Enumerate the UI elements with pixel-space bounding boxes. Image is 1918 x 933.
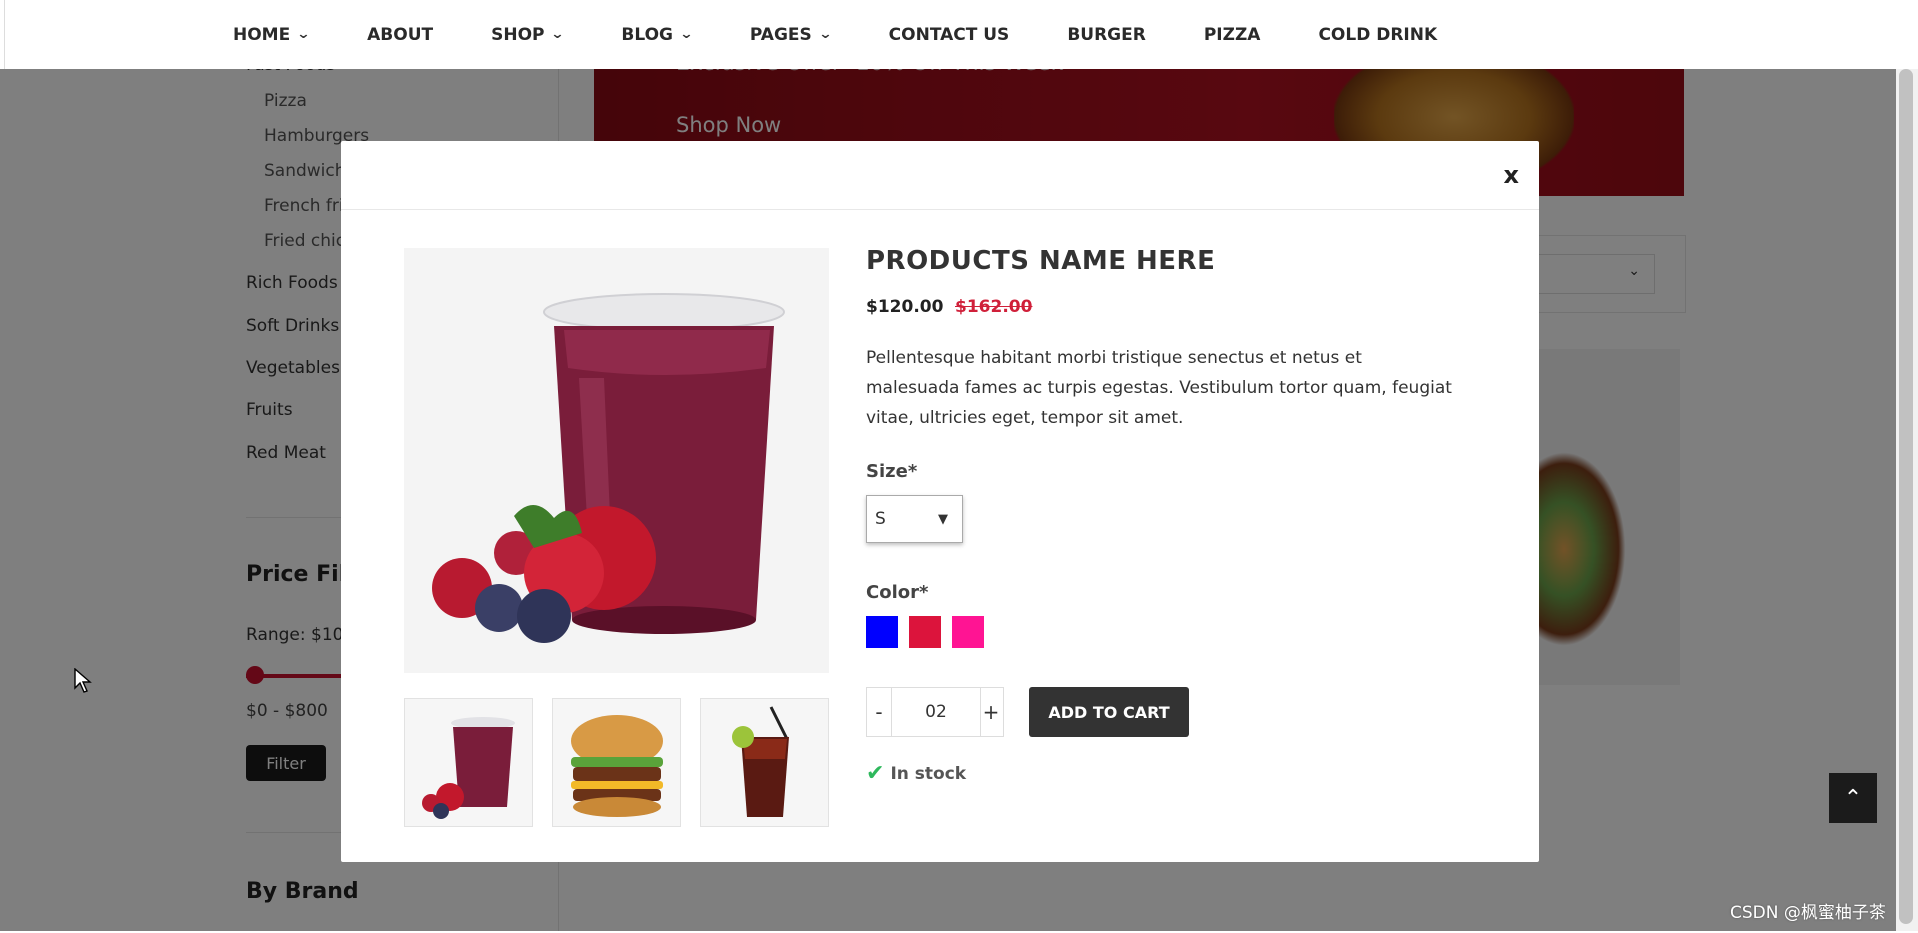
color-swatch-pink[interactable] bbox=[952, 616, 984, 648]
nav-shop[interactable]: SHOP ⌄ bbox=[491, 24, 566, 45]
nav-pizza[interactable]: PIZZA bbox=[1204, 25, 1261, 45]
nav-home[interactable]: HOME ⌄ bbox=[233, 24, 311, 45]
top-navbar: HOME ⌄ ABOUT SHOP ⌄ BLOG ⌄ PAGES ⌄ CONTACT U… bbox=[4, 0, 1915, 69]
nav-blog-label: BLOG bbox=[621, 24, 673, 45]
nav-pages-label: PAGES bbox=[749, 24, 812, 45]
product-description: Pellentesque habitant morbi tristique se… bbox=[866, 348, 1452, 428]
stock-status: ✔ In stock bbox=[866, 761, 966, 786]
color-swatch-blue[interactable] bbox=[866, 616, 898, 648]
chevron-down-icon: ⌄ bbox=[550, 27, 566, 42]
nav-home-label: HOME bbox=[233, 24, 291, 45]
thumbnail-cola[interactable] bbox=[700, 698, 829, 827]
smoothie-cup-image bbox=[404, 248, 829, 673]
nav-burger[interactable]: BURGER bbox=[1067, 25, 1146, 45]
quantity-stepper: - 02 + bbox=[866, 687, 1004, 737]
mouse-cursor-icon bbox=[74, 668, 92, 693]
smoothie-thumbnail-image bbox=[422, 717, 515, 819]
quick-view-modal: x PRODUCTS NAME HERE $120.00 $162.00 Pel… bbox=[341, 141, 1539, 862]
caret-down-icon: ▼ bbox=[938, 511, 948, 527]
cola-thumbnail-image bbox=[732, 706, 789, 817]
product-price: $120.00 bbox=[866, 297, 944, 317]
nav-contact[interactable]: CONTACT US bbox=[889, 25, 1010, 45]
nav-about[interactable]: ABOUT bbox=[367, 25, 433, 45]
nav-blog[interactable]: BLOG ⌄ bbox=[621, 24, 694, 45]
nav-cold-drink-label: COLD DRINK bbox=[1318, 24, 1438, 45]
chevron-down-icon: ⌄ bbox=[679, 27, 694, 42]
size-selected-value: S bbox=[875, 509, 886, 529]
size-select[interactable]: S ▼ bbox=[866, 495, 963, 543]
close-button[interactable]: x bbox=[1504, 161, 1519, 189]
quantity-decrease-button[interactable]: - bbox=[867, 688, 891, 736]
nav-shop-label: SHOP bbox=[491, 24, 545, 45]
double-chevron-up-icon: ⌃ bbox=[1843, 785, 1863, 811]
product-old-price: $162.00 bbox=[955, 297, 1033, 317]
nav-burger-label: BURGER bbox=[1067, 24, 1146, 45]
main-nav: HOME ⌄ ABOUT SHOP ⌄ BLOG ⌄ PAGES ⌄ CONTACT U… bbox=[233, 0, 1495, 69]
quantity-increase-button[interactable]: + bbox=[979, 688, 1003, 736]
nav-about-label: ABOUT bbox=[367, 24, 434, 45]
burger-thumbnail-image bbox=[571, 715, 663, 817]
checkmark-icon: ✔ bbox=[866, 761, 885, 786]
modal-header: x bbox=[341, 141, 1539, 210]
thumbnail-burger[interactable] bbox=[552, 698, 681, 827]
nav-pages[interactable]: PAGES ⌄ bbox=[749, 24, 833, 45]
nav-contact-label: CONTACT US bbox=[888, 24, 1010, 45]
quantity-input[interactable]: 02 bbox=[891, 688, 981, 736]
watermark-text: CSDN @枫蜜柚子茶 bbox=[1730, 903, 1886, 923]
nav-cold-drink[interactable]: COLD DRINK bbox=[1318, 25, 1437, 45]
product-main-image bbox=[404, 248, 829, 673]
size-label: Size* bbox=[866, 461, 918, 482]
color-label: Color* bbox=[866, 582, 929, 603]
scroll-to-top-button[interactable]: ⌃ bbox=[1829, 773, 1877, 823]
add-to-cart-button[interactable]: ADD TO CART bbox=[1029, 687, 1189, 737]
product-name: PRODUCTS NAME HERE bbox=[866, 246, 1216, 276]
color-swatch-crimson[interactable] bbox=[909, 616, 941, 648]
chevron-down-icon: ⌄ bbox=[818, 27, 833, 42]
scrollbar-thumb[interactable] bbox=[1899, 69, 1913, 924]
chevron-down-icon: ⌄ bbox=[296, 27, 311, 42]
thumbnail-smoothie[interactable] bbox=[404, 698, 533, 827]
nav-pizza-label: PIZZA bbox=[1203, 24, 1261, 45]
stock-status-text: In stock bbox=[890, 763, 967, 784]
